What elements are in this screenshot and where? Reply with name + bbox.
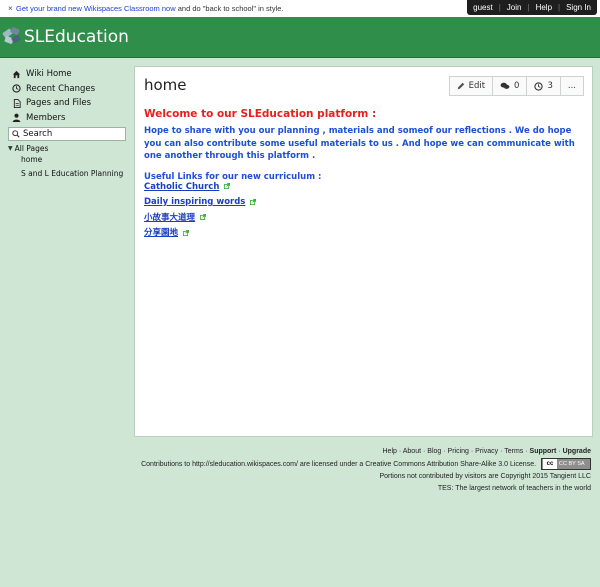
history-button[interactable]: 3	[526, 76, 561, 96]
creative-commons-badge-icon[interactable]: cc CC BY SA	[541, 458, 591, 470]
notice-bar: × Get your brand new Wikispaces Classroo…	[0, 0, 600, 18]
link-row: 小故事大道理	[144, 213, 584, 225]
tes-tagline[interactable]: TES: The largest network of teachers in …	[141, 483, 591, 495]
page-link-home[interactable]: home	[8, 154, 128, 167]
edit-button[interactable]: Edit	[448, 76, 494, 96]
sidebar-item-wiki-home[interactable]: Wiki Home	[8, 67, 128, 82]
link-catholic-church[interactable]: Catholic Church	[144, 182, 219, 192]
footer-support-link[interactable]: Support	[530, 448, 557, 455]
file-icon	[11, 98, 22, 109]
notice-rest: and do "back to school" in style.	[175, 4, 284, 13]
history-count: 3	[547, 81, 553, 91]
user-icon	[11, 112, 22, 123]
link-row: Catholic Church	[144, 182, 584, 194]
license-row: Contributions to http://sleducation.wiki…	[141, 458, 591, 471]
external-link-icon	[182, 229, 189, 236]
link-row: Daily inspiring words	[144, 197, 584, 209]
footer-blog-link[interactable]: Blog	[427, 448, 441, 455]
help-link[interactable]: Help	[530, 0, 558, 16]
clock-icon	[11, 83, 22, 94]
join-link[interactable]: Join	[501, 0, 528, 16]
user-bar: guest | Join | Help | Sign In	[467, 0, 597, 15]
intro-paragraph: Hope to share with you our planning , ma…	[144, 126, 575, 161]
footer: Help · About · Blog · Pricing · Privacy …	[141, 446, 591, 495]
footer-links: Help · About · Blog · Pricing · Privacy …	[382, 448, 592, 455]
link-daily-inspiring-words[interactable]: Daily inspiring words	[144, 197, 245, 207]
all-pages-toggle[interactable]: ▼ All Pages	[8, 144, 128, 153]
sidebar-item-label: Wiki Home	[26, 69, 72, 80]
useful-links-heading: Useful Links for our new curriculum :	[144, 171, 322, 182]
copyright-text: Portions not contributed by visitors are…	[379, 472, 591, 480]
home-icon	[11, 69, 22, 80]
sidebar-item-label: Members	[26, 112, 66, 123]
page-body: Welcome to our SLEducation platform : Ho…	[144, 108, 584, 240]
site-title[interactable]: SLEducation	[24, 26, 129, 48]
page-title: home	[144, 76, 187, 94]
search-box[interactable]	[8, 127, 126, 141]
footer-pricing-link[interactable]: Pricing	[448, 448, 469, 455]
search-icon	[11, 129, 21, 139]
footer-about-link[interactable]: About	[403, 448, 421, 455]
close-notice-icon[interactable]: ×	[8, 0, 13, 17]
history-clock-icon	[534, 81, 544, 91]
sign-in-link[interactable]: Sign In	[560, 0, 597, 16]
site-header: SLEducation	[0, 17, 600, 58]
main-content: home Edit 0 3 ... Welcome to our SLEduca…	[134, 66, 593, 437]
all-pages-label: All Pages	[14, 144, 49, 153]
wikispaces-logo-icon[interactable]	[2, 26, 22, 46]
guest-label[interactable]: guest	[467, 0, 499, 16]
footer-help-link[interactable]: Help	[383, 448, 397, 455]
comments-icon	[500, 82, 510, 90]
sidebar-item-pages-and-files[interactable]: Pages and Files	[8, 96, 128, 111]
sidebar-item-members[interactable]: Members	[8, 111, 128, 126]
link-row: 分享園地	[144, 228, 584, 240]
external-link-icon	[199, 214, 206, 220]
external-link-icon	[249, 198, 256, 205]
sidebar-item-recent-changes[interactable]: Recent Changes	[8, 82, 128, 97]
link-sharing-corner[interactable]: 分享園地	[144, 228, 178, 238]
comments-button[interactable]: 0	[492, 76, 528, 96]
page-link-s-and-l-education-planning[interactable]: S and L Education Planning	[8, 168, 128, 181]
sidebar-item-label: Pages and Files	[26, 98, 92, 109]
sidebar: Wiki Home Recent Changes Pages and Files…	[8, 67, 128, 180]
footer-upgrade-link[interactable]: Upgrade	[563, 448, 591, 455]
link-short-stories[interactable]: 小故事大道理	[144, 213, 195, 223]
welcome-heading: Welcome to our SLEducation platform :	[144, 108, 377, 120]
cc-badge-text: CC BY SA	[559, 461, 585, 467]
footer-privacy-link[interactable]: Privacy	[475, 448, 498, 455]
license-text: Contributions to http://sleducation.wiki…	[141, 460, 537, 468]
triangle-down-icon: ▼	[8, 145, 13, 152]
more-actions-button[interactable]: ...	[559, 76, 584, 96]
more-label: ...	[567, 81, 576, 91]
sidebar-item-label: Recent Changes	[26, 83, 96, 94]
edit-label: Edit	[468, 81, 486, 91]
page-toolbar: Edit 0 3 ...	[448, 76, 584, 96]
notice-link[interactable]: Get your brand new Wikispaces Classroom …	[16, 4, 176, 13]
pencil-icon	[457, 82, 465, 90]
external-link-icon	[223, 183, 230, 189]
comments-count: 0	[514, 81, 520, 91]
search-input[interactable]	[23, 129, 119, 139]
footer-terms-link[interactable]: Terms	[504, 448, 523, 455]
notice-message: Get your brand new Wikispaces Classroom …	[16, 0, 284, 17]
